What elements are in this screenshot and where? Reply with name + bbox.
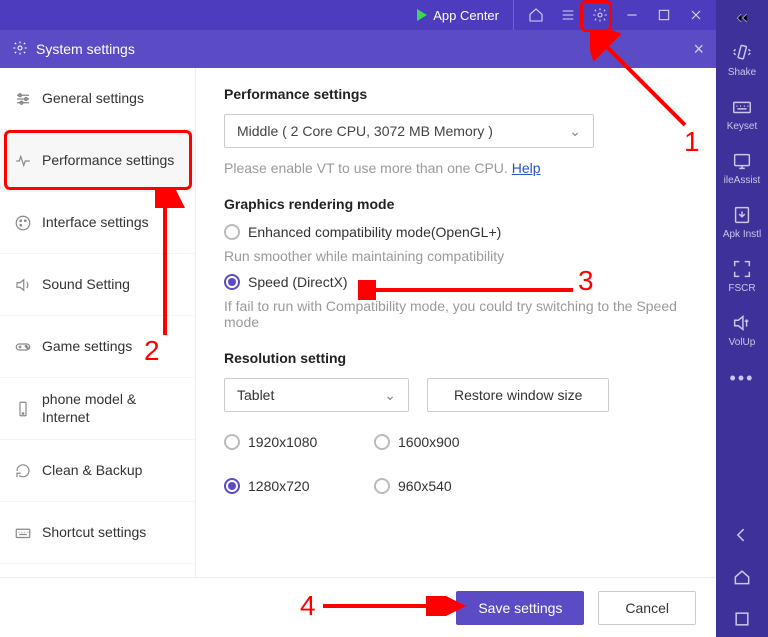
- performance-select-value: Middle ( 2 Core CPU, 3072 MB Memory ): [237, 123, 493, 139]
- sidebar-item-label: Clean & Backup: [42, 462, 142, 480]
- radio-label: 1280x720: [248, 478, 310, 494]
- menu-icon[interactable]: [554, 1, 582, 29]
- gamepad-icon: [14, 338, 32, 356]
- maximize-icon[interactable]: [650, 1, 678, 29]
- rail-apkinstall[interactable]: Apk Instl: [716, 198, 768, 246]
- performance-select[interactable]: Middle ( 2 Core CPU, 3072 MB Memory ) ⌄: [224, 114, 594, 148]
- radio-label: Speed (DirectX): [248, 274, 348, 290]
- radio-res-1280[interactable]: 1280x720: [224, 478, 374, 494]
- radio-icon: [224, 274, 240, 290]
- keyboard-icon: [14, 524, 32, 542]
- chevron-down-icon: ⌄: [569, 123, 581, 140]
- pulse-icon: [14, 152, 32, 170]
- enhanced-hint: Run smoother while maintaining compatibi…: [224, 248, 688, 264]
- radio-icon: [374, 478, 390, 494]
- rail-back-icon[interactable]: [716, 517, 768, 553]
- radio-res-1600[interactable]: 1600x900: [374, 434, 524, 450]
- radio-label: 960x540: [398, 478, 452, 494]
- radio-icon: [374, 434, 390, 450]
- rail-more-icon[interactable]: •••: [730, 360, 755, 397]
- palette-icon: [14, 214, 32, 232]
- app-center-button[interactable]: App Center: [409, 0, 514, 30]
- graphics-section-title: Graphics rendering mode: [224, 196, 688, 212]
- annotation-arrow-2: [155, 190, 185, 340]
- sound-icon: [14, 276, 32, 294]
- sidebar-item-label: Interface settings: [42, 214, 149, 232]
- settings-gear-icon[interactable]: [586, 1, 614, 29]
- sidebar-item-label: Sound Setting: [42, 276, 130, 294]
- home-icon[interactable]: [522, 1, 550, 29]
- rail-shake[interactable]: Shake: [716, 36, 768, 84]
- rail-recent-icon[interactable]: [716, 601, 768, 637]
- radio-enhanced-mode[interactable]: Enhanced compatibility mode(OpenGL+): [224, 224, 688, 240]
- radio-res-960[interactable]: 960x540: [374, 478, 524, 494]
- rail-keyset[interactable]: Keyset: [716, 90, 768, 138]
- play-icon: [417, 9, 427, 21]
- refresh-icon: [14, 462, 32, 480]
- radio-icon: [224, 224, 240, 240]
- chevron-down-icon: ⌄: [384, 387, 396, 404]
- sidebar-item-label: phone model & Internet: [42, 391, 181, 426]
- annotation-arrow-3: [358, 280, 578, 300]
- radio-res-1920[interactable]: 1920x1080: [224, 434, 374, 450]
- app-center-label: App Center: [433, 8, 499, 23]
- modal-title: System settings: [36, 41, 135, 57]
- sidebar-item-label: Shortcut settings: [42, 524, 146, 542]
- sidebar-item-label: Performance settings: [42, 152, 174, 170]
- sidebar-item-label: General settings: [42, 90, 144, 108]
- sidebar-item-phone[interactable]: phone model & Internet: [0, 378, 195, 440]
- rail-home-icon[interactable]: [716, 559, 768, 595]
- restore-window-button[interactable]: Restore window size: [427, 378, 609, 412]
- right-rail: Shake Keyset ileAssist Apk Instl FSCR Vo…: [716, 0, 768, 637]
- vt-hint: Please enable VT to use more than one CP…: [224, 160, 688, 176]
- gear-icon: [12, 40, 28, 59]
- resolution-section-title: Resolution setting: [224, 350, 688, 366]
- cancel-button[interactable]: Cancel: [598, 591, 696, 625]
- resolution-type-value: Tablet: [237, 387, 274, 403]
- sidebar-item-clean[interactable]: Clean & Backup: [0, 440, 195, 502]
- radio-label: 1920x1080: [248, 434, 317, 450]
- sidebar-item-shortcut[interactable]: Shortcut settings: [0, 502, 195, 564]
- annotation-arrow-4: [318, 596, 468, 616]
- save-button[interactable]: Save settings: [456, 591, 584, 625]
- rail-collapse-icon[interactable]: [716, 6, 768, 30]
- annotation-arrow-1: [590, 30, 700, 140]
- sidebar-item-general[interactable]: General settings: [0, 68, 195, 130]
- radio-label: Enhanced compatibility mode(OpenGL+): [248, 224, 501, 240]
- sidebar-item-label: Game settings: [42, 338, 132, 356]
- rail-volup[interactable]: VolUp: [716, 306, 768, 354]
- rail-fullscreen[interactable]: FSCR: [716, 252, 768, 300]
- minimize-icon[interactable]: [618, 1, 646, 29]
- radio-label: 1600x900: [398, 434, 460, 450]
- settings-panel: Performance settings Middle ( 2 Core CPU…: [196, 68, 716, 577]
- help-link[interactable]: Help: [512, 160, 541, 176]
- radio-icon: [224, 478, 240, 494]
- rail-fileassist[interactable]: ileAssist: [716, 144, 768, 192]
- sidebar-item-performance[interactable]: Performance settings: [0, 130, 195, 192]
- phone-icon: [14, 400, 32, 418]
- resolution-type-select[interactable]: Tablet ⌄: [224, 378, 409, 412]
- speed-hint: If fail to run with Compatibility mode, …: [224, 298, 688, 330]
- close-icon[interactable]: [682, 1, 710, 29]
- title-bar: App Center: [0, 0, 716, 30]
- radio-icon: [224, 434, 240, 450]
- sliders-icon: [14, 90, 32, 108]
